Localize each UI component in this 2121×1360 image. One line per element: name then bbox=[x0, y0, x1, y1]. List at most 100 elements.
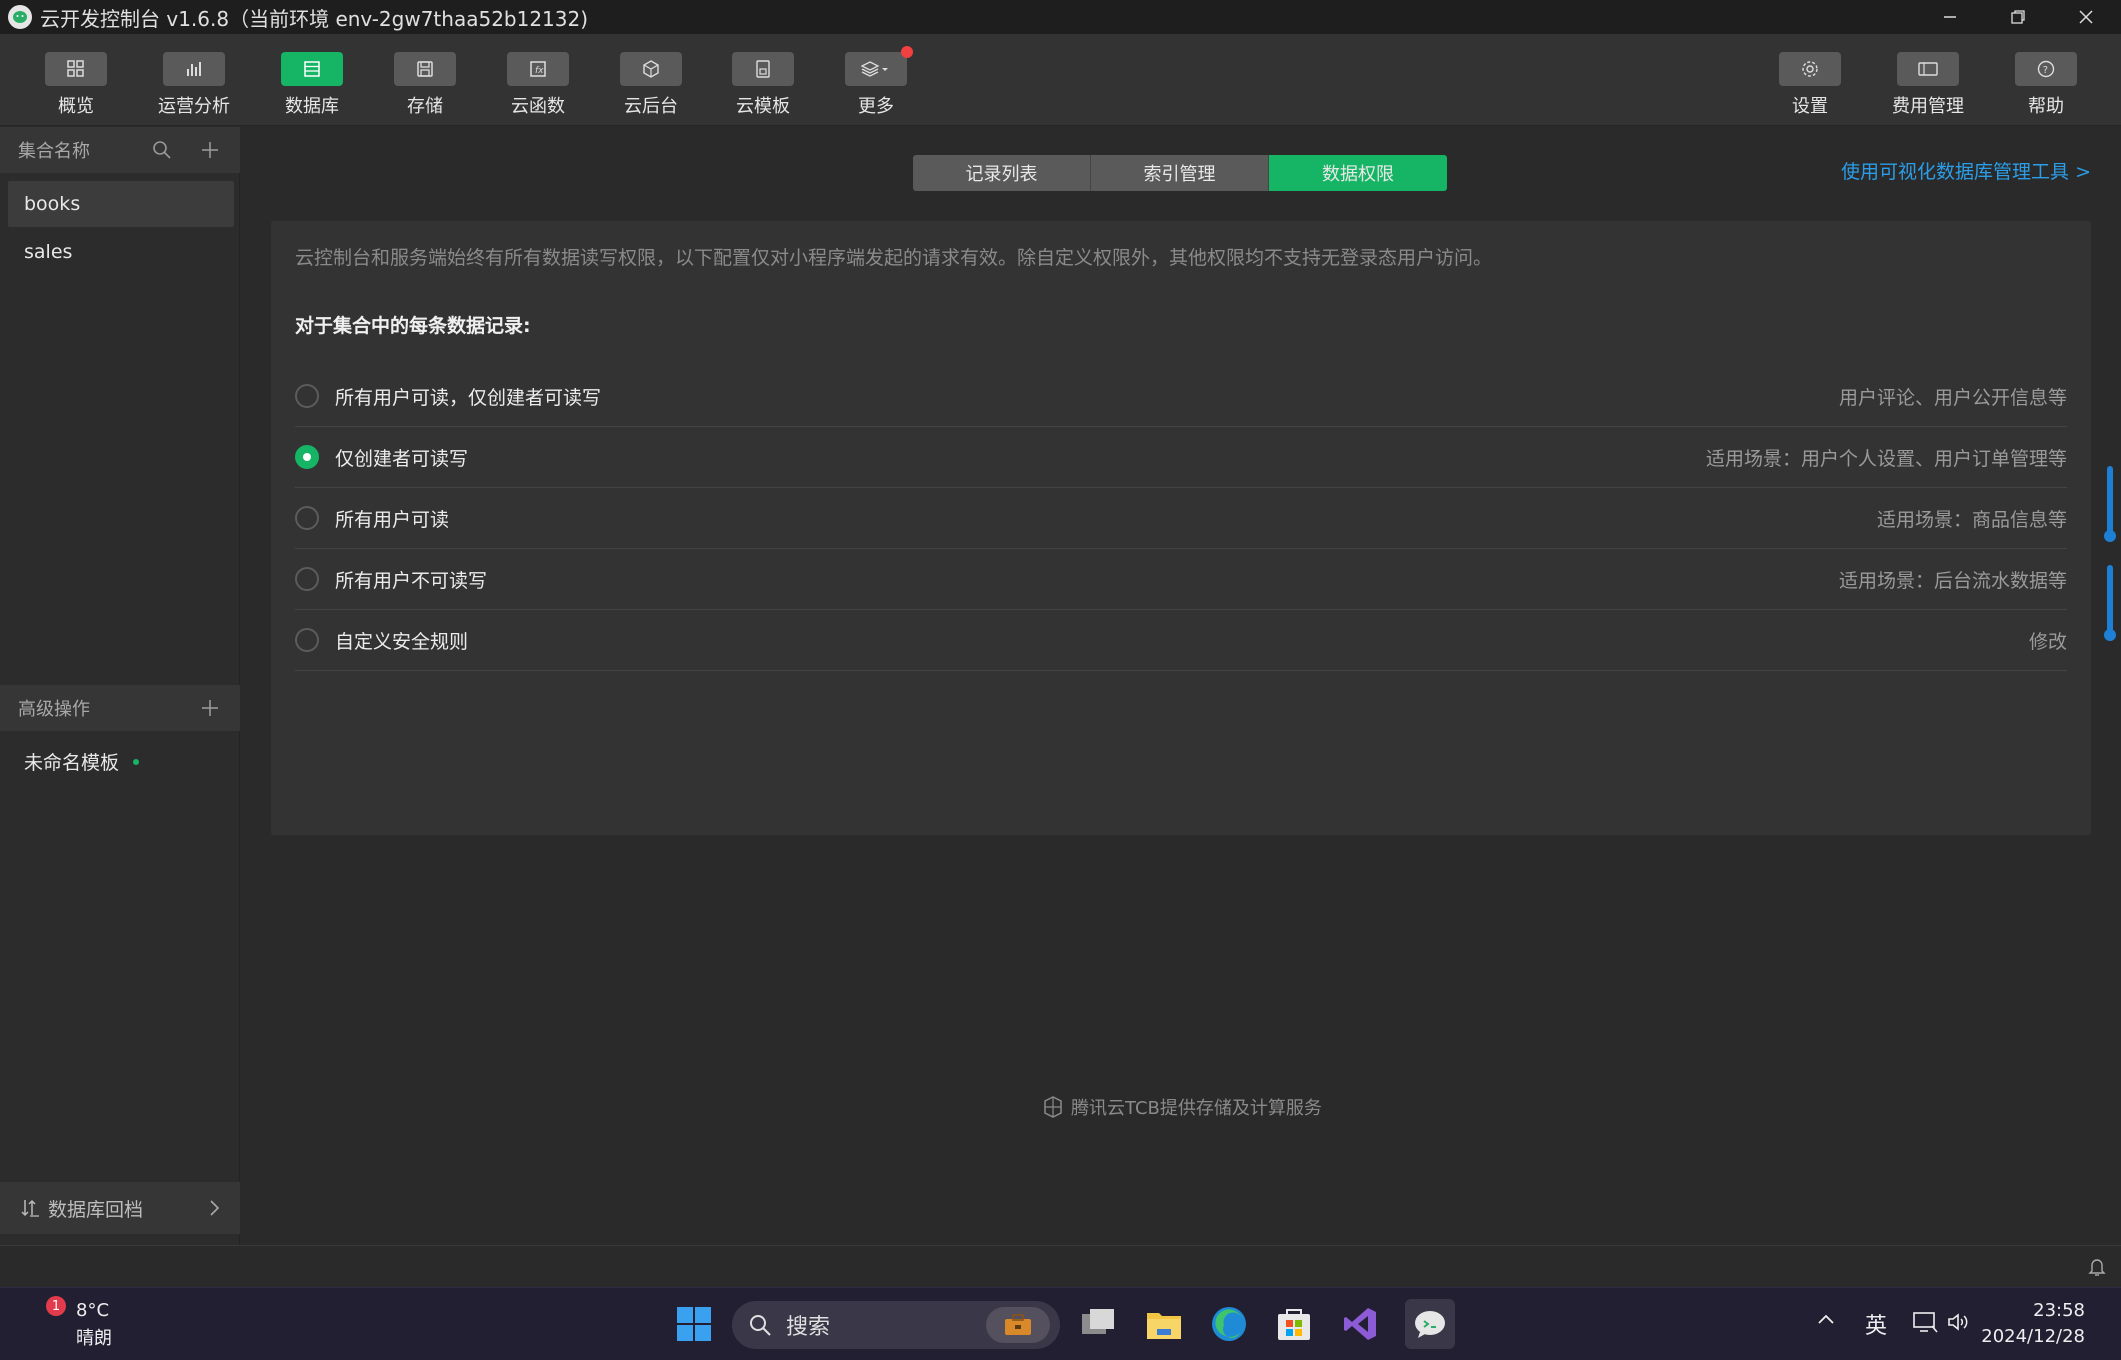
option-hint: 适用场景：用户个人设置、用户订单管理等 bbox=[1705, 447, 2067, 470]
credit-text: 腾讯云TCB提供存储及计算服务 bbox=[1071, 1098, 1322, 1119]
task-view-icon[interactable] bbox=[1076, 1302, 1120, 1346]
template-item[interactable]: 未命名模板 bbox=[24, 748, 140, 775]
restore-button[interactable] bbox=[1984, 0, 2052, 34]
add-advanced-icon[interactable] bbox=[198, 696, 222, 720]
option-label: 所有用户可读，仅创建者可读写 bbox=[335, 386, 602, 409]
ime-indicator[interactable]: 英 bbox=[1865, 1308, 1887, 1340]
toolbar-label: 云模板 bbox=[736, 96, 790, 117]
template-item-label: 未命名模板 bbox=[24, 752, 120, 774]
toolbar-label: 概览 bbox=[58, 96, 94, 117]
option-label: 自定义安全规则 bbox=[335, 630, 469, 653]
toolbar-billing[interactable]: 费用管理 bbox=[1883, 52, 1973, 118]
help-icon: ? bbox=[2015, 52, 2077, 86]
collections-sidebar: 集合名称 books sales 高级操作 未命名模板 数据库回档 bbox=[0, 127, 240, 1245]
toolbar-more[interactable]: 更多 bbox=[831, 46, 921, 118]
edge-browser-icon[interactable] bbox=[1207, 1302, 1251, 1346]
toolbar-cloud-backend[interactable]: 云后台 bbox=[606, 52, 696, 118]
taskbar-search[interactable]: 搜索 bbox=[732, 1301, 1060, 1349]
gear-icon bbox=[1779, 52, 1841, 86]
network-icon[interactable] bbox=[1912, 1310, 1938, 1334]
visual-studio-icon[interactable] bbox=[1338, 1302, 1382, 1346]
per-record-heading: 对于集合中的每条数据记录: bbox=[295, 315, 531, 337]
tab-indexes[interactable]: 索引管理 bbox=[1091, 155, 1269, 191]
toolbar-storage[interactable]: 存储 bbox=[380, 52, 470, 118]
clock-date: 2024/12/28 bbox=[1981, 1326, 2085, 1347]
radio-button-checked[interactable] bbox=[295, 445, 319, 469]
weather-badge: 1 bbox=[46, 1296, 66, 1316]
toolbar-label: 更多 bbox=[858, 96, 894, 117]
advanced-header-title: 高级操作 bbox=[18, 699, 90, 720]
tencent-cloud-logo-icon bbox=[1041, 1095, 1065, 1119]
minimize-button[interactable] bbox=[1916, 0, 1984, 34]
main-content: 记录列表 索引管理 数据权限 使用可视化数据库管理工具 > 云控制台和服务端始终… bbox=[241, 127, 2121, 1245]
chevron-up-icon[interactable] bbox=[1816, 1312, 1836, 1326]
title-bar: 云开发控制台 v1.6.8（当前环境 env-2gw7thaa52b12132) bbox=[0, 0, 2121, 34]
toolbar-label: 云函数 bbox=[511, 96, 565, 117]
window-title: 云开发控制台 v1.6.8（当前环境 env-2gw7thaa52b12132) bbox=[40, 6, 589, 31]
permission-option[interactable]: 所有用户可读 适用场景：商品信息等 bbox=[295, 488, 2067, 549]
wechat-devtools-taskbar-icon[interactable] bbox=[1405, 1299, 1455, 1349]
toolbar-settings[interactable]: 设置 bbox=[1765, 52, 1855, 118]
svg-text:fx: fx bbox=[535, 66, 544, 76]
visual-db-tool-link[interactable]: 使用可视化数据库管理工具 > bbox=[1841, 157, 2091, 184]
backup-label: 数据库回档 bbox=[48, 1198, 144, 1221]
toolbar-label: 数据库 bbox=[285, 96, 339, 117]
permission-option-selected[interactable]: 仅创建者可读写 适用场景：用户个人设置、用户订单管理等 bbox=[295, 427, 2067, 488]
file-explorer-icon[interactable] bbox=[1142, 1302, 1186, 1346]
bell-icon[interactable] bbox=[2088, 1257, 2106, 1277]
collection-item-sales[interactable]: sales bbox=[8, 229, 234, 275]
search-icon bbox=[748, 1313, 772, 1337]
function-icon: fx bbox=[507, 52, 569, 86]
layers-icon bbox=[845, 46, 913, 86]
chevron-right-icon bbox=[208, 1199, 220, 1217]
toolbar-label: 设置 bbox=[1792, 96, 1828, 117]
notification-dot bbox=[901, 46, 913, 58]
cube-icon bbox=[620, 52, 682, 86]
toolbar-cloud-functions[interactable]: fx 云函数 bbox=[493, 52, 583, 118]
close-button[interactable] bbox=[2052, 0, 2120, 34]
toolbar-cloud-template[interactable]: 云模板 bbox=[718, 52, 808, 118]
microsoft-store-icon[interactable] bbox=[1272, 1302, 1316, 1346]
system-clock[interactable]: 23:58 2024/12/28 bbox=[1981, 1298, 2085, 1350]
permission-option[interactable]: 自定义安全规则 修改 bbox=[295, 610, 2067, 671]
toolbar-label: 云后台 bbox=[624, 96, 678, 117]
svg-text:?: ? bbox=[2043, 65, 2048, 76]
collection-item-books[interactable]: books bbox=[8, 181, 234, 227]
add-collection-icon[interactable] bbox=[198, 138, 222, 162]
edit-rules-link[interactable]: 修改 bbox=[2029, 627, 2067, 654]
permissions-notice: 云控制台和服务端始终有所有数据读写权限，以下配置仅对小程序端发起的请求有效。除自… bbox=[295, 247, 1493, 269]
radio-button[interactable] bbox=[295, 384, 319, 408]
permission-option[interactable]: 所有用户不可读写 适用场景：后台流水数据等 bbox=[295, 549, 2067, 610]
radio-button[interactable] bbox=[295, 567, 319, 591]
tab-permissions[interactable]: 数据权限 bbox=[1269, 155, 1447, 191]
toolbar-help[interactable]: ? 帮助 bbox=[2001, 52, 2091, 118]
database-tabs: 记录列表 索引管理 数据权限 bbox=[913, 155, 1447, 191]
scroll-indicator[interactable] bbox=[2104, 565, 2116, 641]
toolbar-overview[interactable]: 概览 bbox=[31, 52, 121, 118]
devtools-cloud-console: 云开发控制台 v1.6.8（当前环境 env-2gw7thaa52b12132)… bbox=[0, 0, 2121, 1360]
toolbar-database[interactable]: 数据库 bbox=[267, 52, 357, 118]
grid-icon bbox=[45, 52, 107, 86]
option-label: 所有用户不可读写 bbox=[335, 569, 488, 592]
status-dot bbox=[133, 758, 140, 765]
option-hint: 适用场景：商品信息等 bbox=[1876, 508, 2067, 531]
template-icon bbox=[732, 52, 794, 86]
radio-button[interactable] bbox=[295, 506, 319, 530]
toolbar-label: 运营分析 bbox=[158, 96, 230, 117]
toolbar-label: 费用管理 bbox=[1892, 96, 1964, 117]
temperature: 8°C bbox=[76, 1300, 110, 1321]
collections-header: 集合名称 bbox=[0, 127, 240, 173]
scroll-indicator[interactable] bbox=[2104, 466, 2116, 542]
start-button[interactable] bbox=[672, 1302, 716, 1346]
option-label: 所有用户可读 bbox=[335, 508, 450, 531]
volume-icon[interactable] bbox=[1946, 1310, 1970, 1334]
search-placeholder: 搜索 bbox=[786, 1315, 831, 1340]
permission-option[interactable]: 所有用户可读，仅创建者可读写 用户评论、用户公开信息等 bbox=[295, 366, 2067, 427]
radio-button[interactable] bbox=[295, 628, 319, 652]
database-backup-button[interactable]: 数据库回档 bbox=[0, 1182, 240, 1234]
option-label: 仅创建者可读写 bbox=[335, 447, 469, 470]
tab-records[interactable]: 记录列表 bbox=[913, 155, 1091, 191]
search-icon[interactable] bbox=[150, 138, 174, 162]
billing-icon bbox=[1897, 52, 1959, 86]
toolbar-analytics[interactable]: 运营分析 bbox=[149, 52, 239, 118]
